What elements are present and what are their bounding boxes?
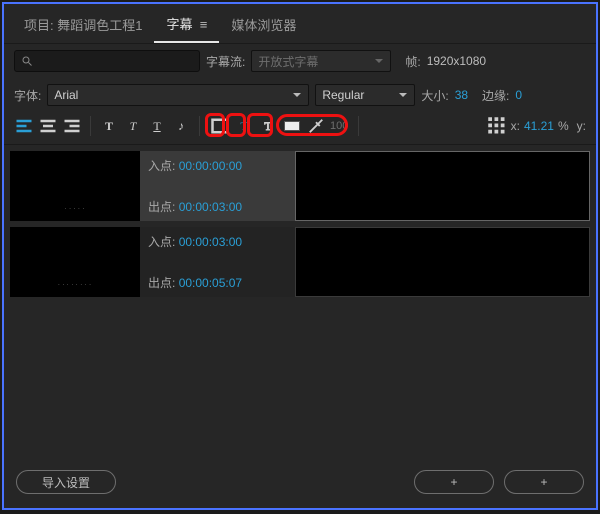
frame-label: 帧: [405, 53, 420, 70]
underline-icon[interactable]: T [147, 116, 167, 136]
out-label: 出点: [148, 276, 175, 290]
align-right-icon[interactable] [62, 116, 82, 136]
opacity-value[interactable]: 100 [330, 120, 348, 132]
x-label: x: [511, 119, 520, 133]
search-icon [21, 55, 33, 67]
footer: 导入设置 + + [4, 460, 596, 508]
out-timecode[interactable]: 00:00:05:07 [179, 276, 242, 290]
align-center-icon[interactable] [38, 116, 58, 136]
stream-label: 字幕流: [206, 53, 245, 70]
search-input[interactable] [14, 50, 200, 72]
caption-list: · · · · · 入点: 00:00:00:00 出点: 00:00:03:0… [4, 145, 596, 460]
align-left-icon[interactable] [14, 116, 34, 136]
edge-value[interactable]: 0 [515, 88, 522, 102]
stream-dropdown[interactable]: 开放式字幕 [251, 50, 391, 72]
in-timecode[interactable]: 00:00:00:00 [179, 159, 242, 173]
panel-menu-icon[interactable]: ≡ [196, 17, 207, 32]
chevron-down-icon [292, 90, 302, 100]
stream-value: 开放式字幕 [258, 53, 318, 70]
chevron-down-icon [398, 90, 408, 100]
bg-box-icon[interactable] [210, 116, 230, 136]
stream-row: 字幕流: 开放式字幕 帧: 1920x1080 [4, 44, 596, 78]
pct-label: % [558, 119, 569, 133]
import-settings-button[interactable]: 导入设置 [16, 470, 116, 494]
anchor-grid-icon[interactable] [487, 116, 507, 136]
add-caption-alt-button[interactable]: + [504, 470, 584, 494]
in-label: 入点: [148, 159, 175, 173]
font-label: 字体: [14, 87, 41, 104]
size-value[interactable]: 38 [455, 88, 468, 102]
timecodes: 入点: 00:00:00:00 出点: 00:00:03:00 [140, 151, 295, 221]
add-caption-button[interactable]: + [414, 470, 494, 494]
italic-icon[interactable]: T [123, 116, 143, 136]
outline-text-icon[interactable]: T [258, 116, 278, 136]
tab-captions-label: 字幕 [166, 17, 192, 32]
chevron-down-icon [374, 56, 384, 66]
fill-swatch-icon[interactable] [282, 116, 302, 136]
x-value[interactable]: 41.21 [524, 119, 554, 133]
in-label: 入点: [148, 235, 175, 249]
font-value: Arial [54, 88, 78, 102]
caption-preview[interactable] [295, 151, 590, 221]
font-row: 字体: Arial Regular 大小: 38 边缘: 0 [4, 78, 596, 112]
frame-value: 1920x1080 [427, 54, 486, 68]
tab-media-browser[interactable]: 媒体浏览器 [219, 9, 308, 42]
eyedropper-icon[interactable] [306, 116, 326, 136]
clip-thumbnail: · · · · · · · · [10, 227, 140, 297]
list-item[interactable]: · · · · · · · · 入点: 00:00:03:00 出点: 00:0… [10, 227, 590, 297]
out-label: 出点: [148, 200, 175, 214]
tab-captions[interactable]: 字幕 ≡ [154, 8, 219, 43]
size-label: 大小: [421, 87, 448, 104]
toolbar: T T T ♪ T T 100 x: 41.21 % y: [4, 112, 596, 145]
timecodes: 入点: 00:00:03:00 出点: 00:00:05:07 [140, 227, 295, 297]
clip-thumbnail: · · · · · [10, 151, 140, 221]
edge-label: 边缘: [482, 87, 509, 104]
separator [358, 116, 359, 136]
panel-tabs: 项目: 舞蹈调色工程1 字幕 ≡ 媒体浏览器 [4, 4, 596, 44]
bold-icon[interactable]: T [99, 116, 119, 136]
font-weight-dropdown[interactable]: Regular [315, 84, 415, 106]
in-timecode[interactable]: 00:00:03:00 [179, 235, 242, 249]
font-weight-value: Regular [322, 88, 364, 102]
font-dropdown[interactable]: Arial [47, 84, 309, 106]
caption-preview[interactable] [295, 227, 590, 297]
textcolor-icon[interactable]: T [234, 116, 254, 136]
music-note-icon[interactable]: ♪ [171, 116, 191, 136]
separator [90, 116, 91, 136]
out-timecode[interactable]: 00:00:03:00 [179, 200, 242, 214]
list-item[interactable]: · · · · · 入点: 00:00:00:00 出点: 00:00:03:0… [10, 151, 590, 221]
separator [199, 116, 200, 136]
tab-project[interactable]: 项目: 舞蹈调色工程1 [12, 9, 154, 42]
y-label: y: [577, 119, 586, 133]
